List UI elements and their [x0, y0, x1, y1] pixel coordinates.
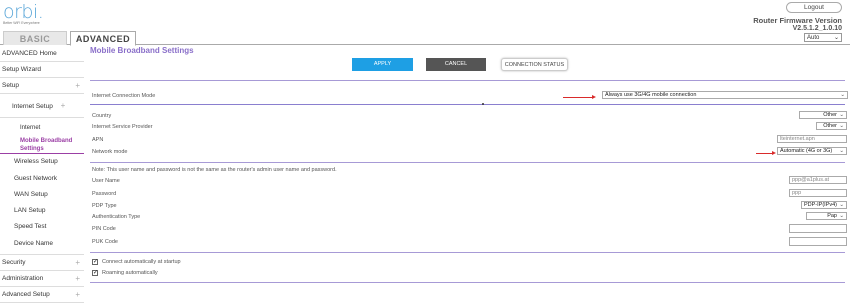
password-label: Password — [92, 191, 117, 197]
expand-icon: + — [75, 274, 80, 283]
expand-icon: + — [60, 101, 66, 110]
apn-input[interactable]: lteinternet.apn — [777, 135, 847, 143]
dot — [482, 103, 484, 105]
password-input[interactable]: ppp — [789, 189, 847, 197]
select-value: PDP-IP(IPv4) — [804, 202, 838, 208]
tab-basic[interactable]: BASIC — [3, 31, 67, 45]
sidebar-item-guest-network[interactable]: Guest Network — [0, 171, 84, 187]
divider — [90, 162, 845, 163]
logo-tagline: Better WiFi Everywhere — [3, 21, 40, 25]
chevron-down-icon: ⌄ — [840, 92, 845, 98]
logout-button[interactable]: Logout — [786, 2, 842, 13]
username-label: User Name — [92, 178, 120, 184]
connect-auto-label: Connect automatically at startup — [102, 259, 181, 265]
country-select[interactable]: Other ⌄ — [799, 111, 847, 119]
arrow-icon — [563, 95, 596, 99]
sidebar: ADVANCED Home Setup Wizard Setup + Inter… — [0, 46, 84, 303]
mode-tabs: BASIC ADVANCED — [0, 31, 850, 46]
select-value: Always use 3G/4G mobile connection — [605, 92, 697, 98]
cancel-button[interactable]: CANCEL — [426, 58, 486, 71]
sidebar-item-advanced-home[interactable]: ADVANCED Home — [0, 46, 84, 62]
pin-code-label: PIN Code — [92, 226, 116, 232]
logo-text: orbi. — [3, 1, 44, 23]
divider — [90, 80, 845, 81]
connection-status-button[interactable]: CONNECTION STATUS — [501, 58, 568, 71]
orbi-logo: orbi. Better WiFi Everywhere — [3, 1, 44, 25]
page-title: Mobile Broadband Settings — [90, 46, 194, 55]
select-value: Other — [823, 123, 837, 129]
sidebar-item-wan-setup[interactable]: WAN Setup — [0, 187, 84, 203]
auth-type-label: Authentication Type — [92, 214, 141, 220]
select-value: Automatic (4G or 3G) — [780, 148, 833, 154]
connect-auto-checkbox[interactable] — [92, 258, 98, 265]
chevron-down-icon: ⌄ — [839, 202, 844, 208]
chevron-down-icon: ⌄ — [839, 123, 844, 129]
expand-icon: + — [75, 258, 80, 267]
puk-code-label: PUK Code — [92, 239, 118, 245]
internet-connection-mode-select[interactable]: Always use 3G/4G mobile connection ⌄ — [602, 91, 848, 99]
apply-button[interactable]: APPLY — [352, 58, 413, 71]
sidebar-item-label: Internet Setup — [12, 103, 53, 110]
select-value: Other — [823, 112, 837, 118]
sidebar-item-lan-setup[interactable]: LAN Setup — [0, 203, 84, 219]
sidebar-item-security[interactable]: Security + — [0, 255, 84, 271]
sidebar-item-advanced-setup[interactable]: Advanced Setup + — [0, 287, 84, 303]
divider — [90, 104, 845, 105]
roaming-auto-label: Roaming automatically — [102, 270, 158, 276]
select-value: Pap — [827, 213, 837, 219]
firmware-title: Router Firmware Version — [753, 16, 842, 25]
sidebar-item-mobile-broadband[interactable]: Mobile Broadband Settings — [0, 136, 84, 154]
pdp-type-select[interactable]: PDP-IP(IPv4) ⌄ — [801, 201, 847, 209]
tab-advanced[interactable]: ADVANCED — [70, 31, 136, 46]
sidebar-item-label: Advanced Setup — [2, 291, 50, 298]
sidebar-item-speed-test[interactable]: Speed Test — [0, 219, 84, 235]
isp-select[interactable]: Other ⌄ — [816, 122, 847, 130]
sidebar-item-internet[interactable]: Internet — [0, 120, 84, 136]
sidebar-item-setup-wizard[interactable]: Setup Wizard — [0, 62, 84, 78]
sidebar-item-label: Setup — [2, 82, 19, 89]
pin-code-input[interactable] — [789, 224, 847, 233]
expand-icon: + — [75, 81, 80, 90]
arrow-icon — [756, 151, 776, 155]
sidebar-item-label: Security — [2, 259, 26, 266]
main-panel: Mobile Broadband Settings APPLY CANCEL C… — [90, 46, 850, 283]
chevron-down-icon: ⌄ — [839, 112, 844, 118]
isp-label: Internet Service Provider — [92, 124, 153, 130]
pdp-type-label: PDP Type — [92, 203, 117, 209]
sidebar-item-internet-setup[interactable]: Internet Setup + — [0, 94, 84, 118]
network-mode-label: Network mode — [92, 149, 128, 155]
auth-type-select[interactable]: Pap ⌄ — [806, 212, 847, 220]
sidebar-item-label: Administration — [2, 275, 44, 282]
username-input[interactable]: ppp@a1plus.at — [789, 176, 847, 184]
chevron-down-icon: ⌄ — [839, 148, 844, 154]
chevron-down-icon: ⌄ — [839, 213, 844, 219]
puk-code-input[interactable] — [789, 237, 847, 246]
sidebar-item-setup[interactable]: Setup + — [0, 78, 84, 94]
internet-connection-mode-label: Internet Connection Mode — [92, 93, 156, 99]
network-mode-select[interactable]: Automatic (4G or 3G) ⌄ — [777, 147, 847, 155]
sidebar-item-wireless-setup[interactable]: Wireless Setup — [0, 154, 84, 170]
country-label: Country — [92, 113, 112, 119]
apn-label: APN — [92, 137, 104, 143]
roaming-auto-checkbox[interactable] — [92, 269, 98, 276]
sidebar-item-administration[interactable]: Administration + — [0, 271, 84, 287]
divider — [90, 282, 845, 283]
credentials-note: Note: This user name and password is not… — [92, 167, 337, 173]
sidebar-item-device-name[interactable]: Device Name — [0, 235, 84, 255]
expand-icon: + — [75, 290, 80, 299]
divider — [90, 252, 845, 253]
